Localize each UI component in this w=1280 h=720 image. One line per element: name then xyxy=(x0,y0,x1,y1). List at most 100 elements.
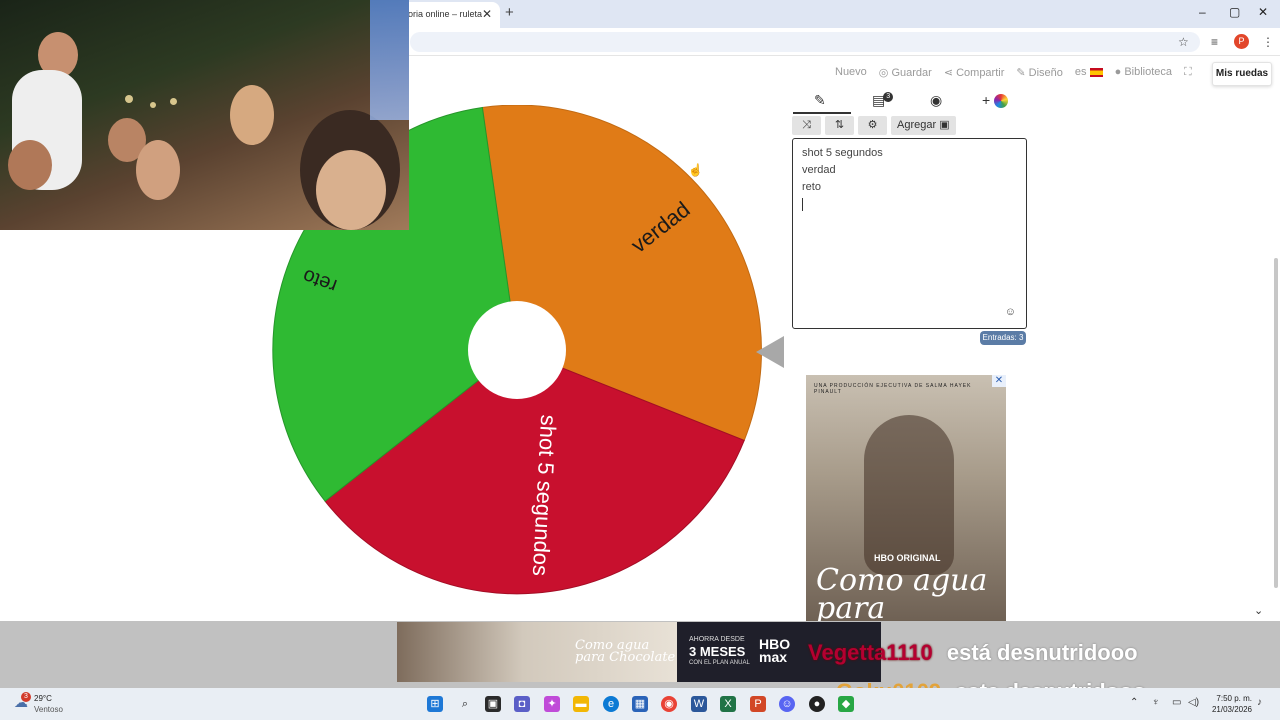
star-icon[interactable]: ☆ xyxy=(1178,35,1189,49)
editor-tools: ⤨ ⇅ ⚙ Agregar ▣ xyxy=(792,116,956,135)
save-label: Guardar xyxy=(891,67,932,79)
chat-message: Vegetta1110 está desnutridooo xyxy=(808,640,1138,666)
fullscreen-icon[interactable]: ⛶ xyxy=(1184,66,1192,79)
tab-title: oria online – ruleta xyxy=(408,9,483,19)
entry-line: reto xyxy=(802,181,821,193)
excel-icon[interactable]: X xyxy=(720,696,736,712)
discord-icon[interactable]: ☺ xyxy=(779,696,795,712)
chevron-down-icon[interactable]: ⌄ xyxy=(1254,604,1263,617)
system-clock[interactable]: 7:50 p. m. 21/03/2026 xyxy=(1206,693,1252,715)
entries-count-badge: Entradas: 3 xyxy=(980,331,1026,345)
emoji-icon[interactable]: ☺ xyxy=(1005,306,1016,318)
banner-promo-price: 3 MESES xyxy=(689,644,746,659)
share-label: Compartir xyxy=(956,67,1005,79)
clock-time: 7:50 p. m. xyxy=(1216,694,1252,703)
weather-badge: 3 xyxy=(21,692,31,702)
weather-description: Ventoso xyxy=(34,705,63,714)
powerpoint-icon[interactable]: P xyxy=(750,696,766,712)
flag-spain-icon xyxy=(1089,67,1103,77)
tab-hide[interactable]: ◉ xyxy=(930,92,942,109)
active-tab-indicator xyxy=(793,112,851,114)
chevron-up-icon[interactable]: ⌃ xyxy=(1130,697,1138,708)
shuffle-button[interactable]: ⤨ xyxy=(792,116,821,135)
weather-temperature: 29°C xyxy=(34,694,52,703)
profile-avatar[interactable]: P xyxy=(1234,34,1249,49)
settings-button[interactable]: ⚙ xyxy=(858,116,887,135)
tab-close-icon[interactable]: ✕ xyxy=(482,7,492,21)
library-label: Biblioteca xyxy=(1124,66,1173,78)
obs-icon[interactable]: ● xyxy=(809,696,825,712)
design-button[interactable]: ✎ Diseño xyxy=(1016,66,1063,79)
edge-icon[interactable]: e xyxy=(603,696,619,712)
banner-ad-image: Como agua para Chocolate xyxy=(397,622,677,682)
banner-brand: HBO max xyxy=(759,636,791,665)
windows-start-icon[interactable]: ⊞ xyxy=(427,696,443,712)
cam-light xyxy=(170,98,177,105)
reading-list-icon[interactable]: ≡ xyxy=(1211,35,1218,49)
task-view-icon[interactable]: ▣ xyxy=(485,696,501,712)
cam-person xyxy=(316,150,386,230)
copilot-icon[interactable]: ✦ xyxy=(544,696,560,712)
taskbar: ☁ 3 29°C Ventoso ⊞ ⌕ ▣ ◘ ✦ ▬ e ▦ ◉ W X P… xyxy=(0,688,1280,720)
results-count-badge: 3 xyxy=(883,92,894,102)
network-icon[interactable]: ▭ xyxy=(1172,697,1181,708)
new-button[interactable]: Nuevo xyxy=(835,66,867,79)
banner-ad-title: Como agua para Chocolate xyxy=(575,638,676,665)
design-label: Diseño xyxy=(1028,67,1063,79)
image-icon: ▣ xyxy=(939,119,950,131)
close-window-button[interactable]: ✕ xyxy=(1258,5,1268,19)
chrome-icon[interactable]: ◉ xyxy=(661,696,677,712)
sort-button[interactable]: ⇅ xyxy=(825,116,854,135)
ad-close-icon[interactable]: ✕ xyxy=(992,375,1006,387)
save-button[interactable]: ◎ Guardar xyxy=(879,66,932,79)
chat-username: Vegetta1110 xyxy=(808,640,933,665)
entry-line: verdad xyxy=(802,164,836,176)
cam-window-edge xyxy=(370,0,409,120)
page-scrollbar[interactable] xyxy=(1274,258,1278,588)
mouse-cursor-icon: ☝ xyxy=(688,163,703,177)
cam-person xyxy=(230,85,274,145)
tab-add-wheel[interactable]: + xyxy=(982,92,1009,109)
address-bar[interactable] xyxy=(410,32,1200,52)
cam-light xyxy=(150,102,156,108)
ad-poster-credit: UNA PRODUCCIÓN EJECUTIVA DE SALMA HAYEK … xyxy=(814,383,972,395)
cam-person xyxy=(136,140,180,200)
share-button[interactable]: ⋖ Compartir xyxy=(944,66,1005,79)
minimize-button[interactable]: – xyxy=(1199,5,1206,19)
entries-textarea[interactable]: shot 5 segundos verdad reto ☺ xyxy=(792,138,1027,329)
microphone-icon[interactable]: ♆ xyxy=(1152,697,1160,708)
language-selector[interactable]: es xyxy=(1075,66,1103,79)
library-button[interactable]: ● Biblioteca xyxy=(1115,66,1172,79)
color-wheel-icon xyxy=(994,94,1009,109)
volume-icon[interactable]: ◁) xyxy=(1188,697,1199,708)
wheel-hub xyxy=(468,301,566,399)
ad-poster[interactable]: UNA PRODUCCIÓN EJECUTIVA DE SALMA HAYEK … xyxy=(806,375,1006,621)
file-explorer-icon[interactable]: ▬ xyxy=(573,696,589,712)
wheel-pointer xyxy=(756,336,784,368)
eye-off-icon: ◉ xyxy=(930,92,943,108)
store-icon[interactable]: ▦ xyxy=(632,696,648,712)
my-wheels-button[interactable]: Mis ruedas xyxy=(1212,62,1272,86)
cam-person xyxy=(8,140,52,190)
notification-bell-icon[interactable]: ♪ xyxy=(1257,697,1262,708)
add-image-button[interactable]: Agregar ▣ xyxy=(891,116,956,135)
webcam-overlay xyxy=(0,0,409,230)
search-icon[interactable]: ⌕ xyxy=(457,696,473,712)
tab-edit[interactable]: ✎ xyxy=(814,92,826,109)
restore-button[interactable]: ▢ xyxy=(1229,5,1240,19)
app-icon[interactable]: ◆ xyxy=(838,696,854,712)
tab-results[interactable]: ▤3 xyxy=(872,92,894,109)
kebab-menu-icon[interactable]: ⋮ xyxy=(1262,35,1274,49)
browser-tab[interactable]: oria online – ruleta ✕ xyxy=(400,2,500,28)
ad-poster-network: HBO ORIGINAL xyxy=(874,553,941,563)
new-tab-button[interactable]: + xyxy=(505,4,514,21)
banner-promo-sub: CON EL PLAN ANUAL xyxy=(689,660,750,666)
banner-promo-top: AHORRA DESDE xyxy=(689,636,745,643)
chat-app-icon[interactable]: ◘ xyxy=(514,696,530,712)
entry-line: shot 5 segundos xyxy=(802,147,883,159)
chat-text: está desnutridooo xyxy=(946,640,1138,665)
word-icon[interactable]: W xyxy=(691,696,707,712)
text-caret xyxy=(802,198,803,211)
pencil-icon: ✎ xyxy=(814,92,826,108)
editor-tabs: ✎ ▤3 ◉ + xyxy=(792,90,1026,114)
